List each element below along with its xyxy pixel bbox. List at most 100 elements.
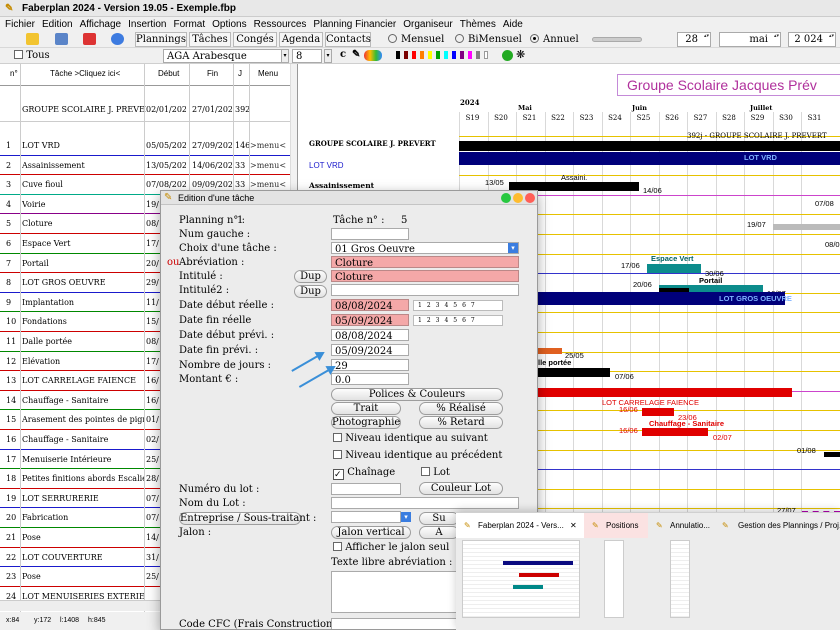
num-gauche-input[interactable] bbox=[331, 228, 409, 240]
tab-conges[interactable]: Congés bbox=[233, 32, 277, 47]
day-spinner[interactable]: 28 bbox=[677, 32, 711, 47]
polices-couleurs-button[interactable]: Polices & Couleurs bbox=[331, 388, 503, 401]
date-debut-reelle-calendar[interactable]: 1234567 bbox=[413, 300, 503, 311]
col-num-header[interactable]: n° bbox=[10, 69, 18, 78]
menu-fichier[interactable]: Fichier bbox=[5, 17, 35, 32]
new-file-icon[interactable] bbox=[26, 33, 39, 45]
swatch-11[interactable] bbox=[484, 51, 488, 59]
settings-icon[interactable]: ❋ bbox=[516, 48, 525, 61]
choix-dropdown-icon[interactable]: ▾ bbox=[508, 243, 518, 253]
swatch-5[interactable] bbox=[436, 51, 440, 59]
cell-menu[interactable]: >menu< bbox=[250, 136, 290, 155]
close-button[interactable] bbox=[525, 193, 535, 203]
month-spinner[interactable]: mai bbox=[719, 32, 781, 47]
view-bimensuel[interactable]: BiMensuel bbox=[455, 33, 522, 46]
tab-taches[interactable]: Tâches bbox=[189, 32, 231, 47]
col-start-header[interactable]: Début bbox=[158, 69, 179, 78]
tab-plannings[interactable]: Plannings bbox=[135, 32, 187, 47]
carrelage-bar[interactable] bbox=[538, 388, 792, 397]
taskbar-close-icon[interactable]: ✕ bbox=[570, 513, 577, 538]
choix-select[interactable]: 01 Gros Oeuvre bbox=[331, 242, 519, 254]
gantt-title[interactable]: Groupe Scolaire Jacques Prév bbox=[617, 74, 840, 96]
all-checkbox[interactable]: Tous bbox=[14, 50, 50, 62]
font-dropdown-icon[interactable]: ▾ bbox=[281, 49, 289, 63]
table-row[interactable]: 2 Assainissement 13/05/2024 14/06/202433 >me… bbox=[0, 156, 290, 176]
size-dropdown-icon[interactable]: ▾ bbox=[324, 49, 332, 63]
niveau-suivant-checkbox[interactable]: Niveau identique au suivant bbox=[333, 433, 488, 444]
tab-agenda[interactable]: Agenda bbox=[279, 32, 323, 47]
date-debut-reelle-input[interactable]: 08/08/2024 bbox=[331, 299, 409, 311]
menu-edition[interactable]: Edition bbox=[42, 17, 73, 32]
fondations-bar[interactable] bbox=[538, 348, 562, 354]
intitule-input[interactable]: Cloture bbox=[331, 270, 519, 282]
lot-checkbox[interactable]: Lot bbox=[421, 467, 450, 478]
project-bar[interactable] bbox=[459, 141, 840, 151]
entreprise-button[interactable]: Entreprise / Sous-traitant : bbox=[179, 512, 316, 525]
menu-options[interactable]: Options bbox=[212, 17, 246, 32]
palette-icon[interactable] bbox=[364, 50, 382, 61]
zoom-slider[interactable] bbox=[592, 37, 642, 42]
numero-lot-input[interactable] bbox=[331, 483, 401, 495]
realise-button[interactable]: % Réalisé bbox=[419, 402, 503, 415]
retard-button[interactable]: % Retard bbox=[419, 416, 503, 429]
add-icon[interactable] bbox=[502, 50, 513, 61]
texte-libre-textarea[interactable] bbox=[331, 571, 459, 613]
date-fin-reelle-calendar[interactable]: 1234567 bbox=[413, 315, 503, 326]
menu-insertion[interactable]: Insertion bbox=[128, 17, 166, 32]
size-select[interactable]: 8 bbox=[292, 49, 322, 63]
col-end-header[interactable]: Fin bbox=[207, 69, 218, 78]
swatch-6[interactable] bbox=[444, 51, 448, 59]
couleur-lot-button[interactable]: Couleur Lot bbox=[419, 482, 503, 495]
taskbar-item-gestion[interactable]: ✎ Gestion des Plannings / Proj... bbox=[716, 513, 840, 538]
entreprise-select[interactable] bbox=[331, 511, 401, 523]
taskbar-item-positions[interactable]: ✎ Positions bbox=[584, 513, 648, 538]
col-task-header[interactable]: Tâche >Cliquez ici< bbox=[50, 69, 120, 78]
espace-vert-bar[interactable] bbox=[647, 264, 701, 273]
col-days-header[interactable]: J bbox=[238, 69, 242, 78]
menu-ressources[interactable]: Ressources bbox=[254, 17, 307, 32]
dup-button-2[interactable]: Dup bbox=[294, 285, 327, 298]
afficher-jalon-checkbox[interactable]: Afficher le jalon seul bbox=[333, 542, 449, 553]
help-icon[interactable] bbox=[111, 33, 124, 45]
thumbnail-faberplan[interactable] bbox=[462, 540, 580, 618]
menu-organiseur[interactable]: Organiseur bbox=[403, 17, 452, 32]
nom-lot-input[interactable] bbox=[331, 497, 519, 509]
menu-aide[interactable]: Aide bbox=[503, 17, 523, 32]
swatch-4[interactable] bbox=[428, 51, 432, 59]
swatch-3[interactable] bbox=[420, 51, 424, 59]
view-annuel[interactable]: Annuel bbox=[530, 33, 579, 46]
delete-icon[interactable] bbox=[83, 33, 96, 45]
taskbar-item-annulation[interactable]: ✎ Annulatio... bbox=[648, 513, 716, 538]
swatch-0[interactable] bbox=[396, 51, 400, 59]
photo-button[interactable]: Photographie bbox=[331, 416, 401, 429]
cell-menu[interactable]: >menu< bbox=[250, 156, 290, 175]
bold-icon[interactable]: c bbox=[340, 49, 346, 60]
font-color-icon[interactable]: ✎ bbox=[352, 49, 360, 60]
menuiserie-bar[interactable] bbox=[824, 452, 840, 457]
montant-input[interactable]: 0.0 bbox=[331, 373, 409, 385]
taskbar-item-faberplan[interactable]: ✎ Faberplan 2024 - Vers... ✕ bbox=[456, 513, 584, 538]
view-mensuel[interactable]: Mensuel bbox=[388, 33, 444, 46]
thumbnail-positions[interactable] bbox=[604, 540, 624, 618]
nb-jours-input[interactable]: 29 bbox=[331, 359, 409, 371]
trait-button[interactable]: Trait bbox=[331, 402, 401, 415]
voirie-bar[interactable] bbox=[773, 224, 840, 230]
niveau-precedent-checkbox[interactable]: Niveau identique au précédent bbox=[333, 450, 502, 461]
chainage-checkbox[interactable]: ✓ Chaînage bbox=[333, 467, 395, 480]
thumbnail-annulation[interactable] bbox=[670, 540, 690, 618]
su-button[interactable]: Su bbox=[419, 512, 459, 525]
menu-affichage[interactable]: Affichage bbox=[80, 17, 122, 32]
dalle-bar[interactable] bbox=[538, 368, 610, 377]
minimize-button[interactable] bbox=[513, 193, 523, 203]
date-fin-previ-input[interactable]: 05/09/2024 bbox=[331, 344, 409, 356]
date-debut-previ-input[interactable]: 08/08/2024 bbox=[331, 329, 409, 341]
swatch-8[interactable] bbox=[460, 51, 464, 59]
project-row[interactable]: GROUPE SCOLAIRE J. PREVERT 02/01/2024 27… bbox=[0, 97, 290, 122]
dup-button-1[interactable]: Dup bbox=[294, 270, 327, 283]
swatch-2[interactable] bbox=[412, 51, 416, 59]
date-fin-reelle-input[interactable]: 05/09/2024 bbox=[331, 314, 409, 326]
lot-vrd-bar[interactable] bbox=[459, 152, 840, 165]
chauffage-bar-1[interactable] bbox=[642, 408, 674, 416]
table-row[interactable]: 1 LOT VRD 05/05/2024 27/09/2024146>menu< bbox=[0, 136, 290, 156]
col-menu-header[interactable]: Menu bbox=[258, 69, 278, 78]
